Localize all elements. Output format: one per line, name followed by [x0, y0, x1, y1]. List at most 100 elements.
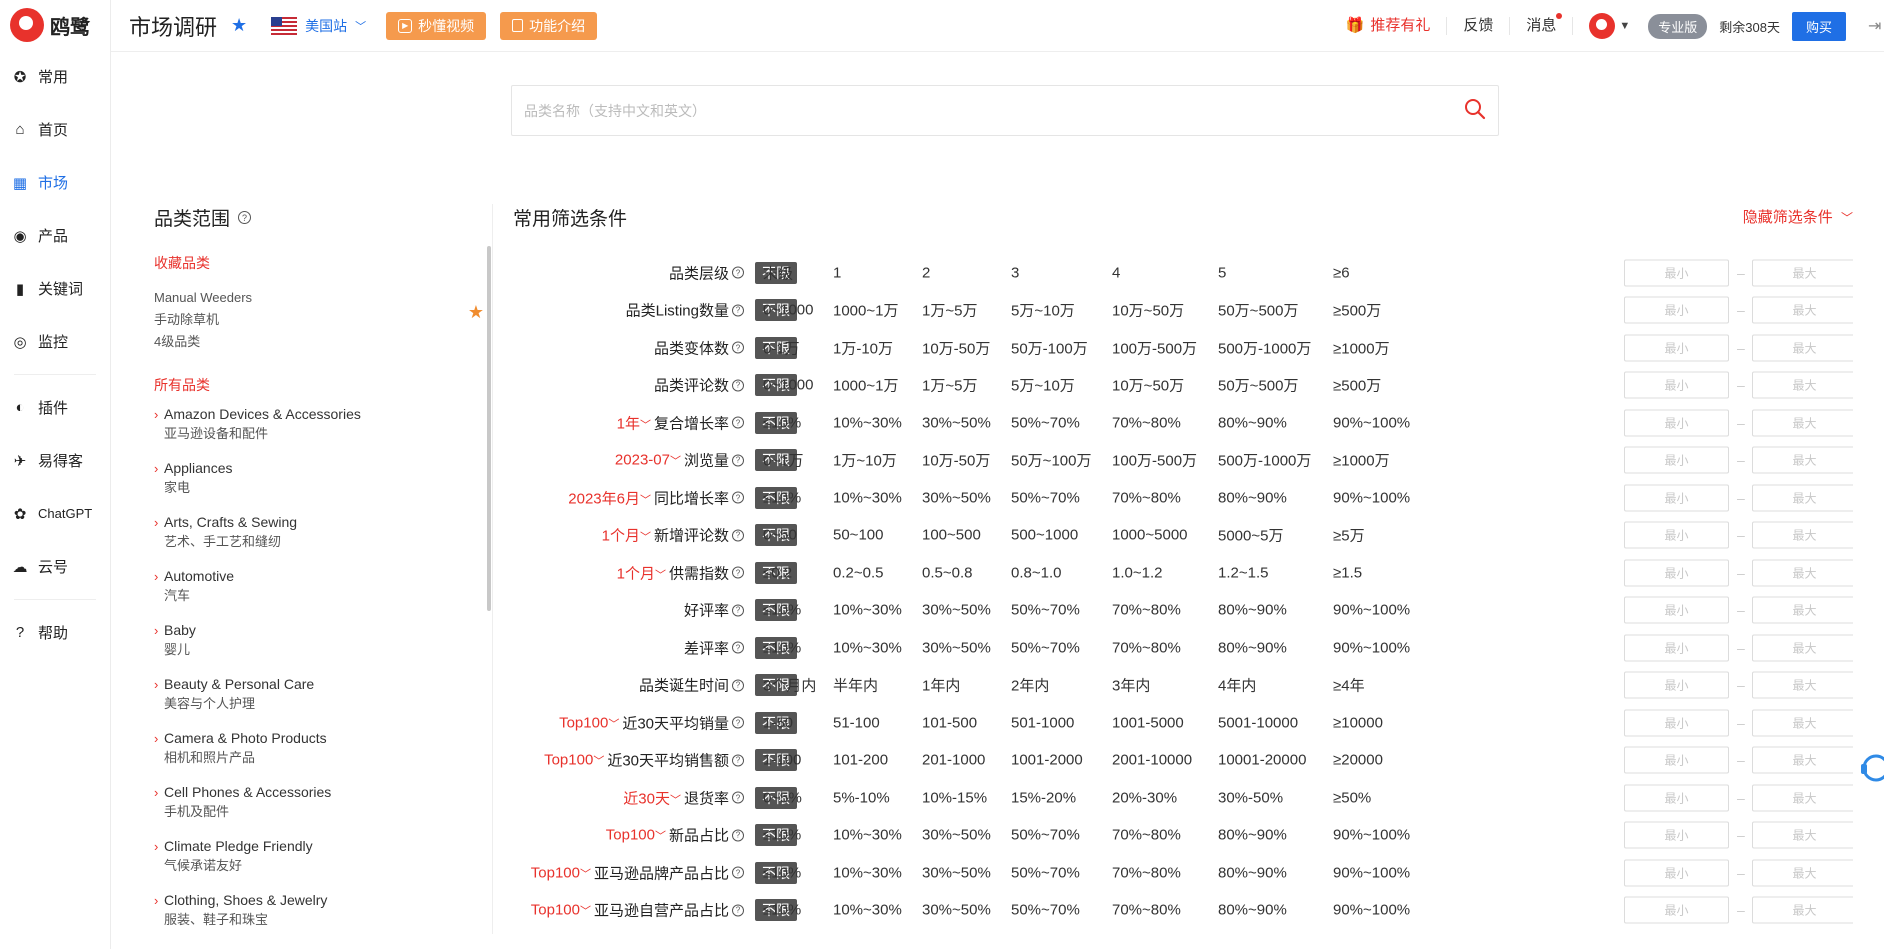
filter-option[interactable]: 5万~10万: [1011, 300, 1075, 321]
filter-option[interactable]: 0-1万: [763, 337, 800, 358]
filter-period-selector[interactable]: 1个月﹀: [602, 525, 651, 546]
feedback-link[interactable]: 反馈: [1447, 17, 1511, 35]
filter-option[interactable]: 90%~100%: [1333, 489, 1410, 506]
help-icon[interactable]: ?: [732, 791, 744, 804]
category-item[interactable]: › Climate Pledge Friendly 气候承诺友好: [154, 837, 494, 875]
help-icon[interactable]: ?: [732, 641, 744, 654]
category-item[interactable]: › Beauty & Personal Care 美容与个人护理: [154, 675, 494, 713]
filter-period-selector[interactable]: 近30天﹀: [623, 787, 681, 808]
filter-option[interactable]: ≥1000万: [1333, 450, 1390, 471]
filter-option[interactable]: 50%~70%: [1011, 414, 1080, 431]
max-input[interactable]: 最大: [1752, 409, 1853, 437]
sidebar-item[interactable]: ⌂ 首页: [0, 103, 110, 156]
sidebar-item[interactable]: ◉ 产品: [0, 209, 110, 262]
filter-option[interactable]: ≥500万: [1333, 300, 1381, 321]
filter-period-selector[interactable]: 2023年6月﹀: [568, 487, 651, 508]
sidebar-item[interactable]: ▮ 关键词: [0, 262, 110, 315]
category-item[interactable]: › Cell Phones & Accessories 手机及配件: [154, 783, 494, 821]
filter-option[interactable]: 90%~100%: [1333, 902, 1410, 919]
filter-option[interactable]: 30%~50%: [922, 414, 991, 431]
help-icon[interactable]: ?: [732, 416, 744, 429]
filter-option[interactable]: ≤0.2: [763, 564, 792, 581]
filter-option[interactable]: 3年内: [1112, 675, 1150, 696]
filter-option[interactable]: 50万~500万: [1218, 375, 1298, 396]
filter-option[interactable]: 50%~70%: [1011, 602, 1080, 619]
filter-option[interactable]: ≤10%: [763, 489, 801, 506]
max-input[interactable]: 最大: [1752, 746, 1853, 774]
help-icon[interactable]: ?: [732, 754, 744, 767]
filter-period-selector[interactable]: 1年﹀: [617, 412, 651, 433]
filter-period-selector[interactable]: Top100﹀: [531, 902, 591, 919]
filter-option[interactable]: ≥500万: [1333, 375, 1381, 396]
filter-period-selector[interactable]: 2023-07﹀: [615, 452, 681, 469]
filter-option[interactable]: 0~50: [763, 527, 797, 544]
help-icon[interactable]: ?: [732, 529, 744, 542]
filter-option[interactable]: 50~100: [833, 527, 883, 544]
filter-option[interactable]: 90%~100%: [1333, 827, 1410, 844]
filter-option[interactable]: 500万-1000万: [1218, 337, 1311, 358]
max-input[interactable]: 最大: [1752, 371, 1853, 399]
max-input[interactable]: 最大: [1752, 484, 1853, 512]
sidebar-item[interactable]: ◎ 监控: [0, 315, 110, 368]
filter-option[interactable]: 1年内: [922, 675, 960, 696]
category-item[interactable]: › Automotive 汽车: [154, 567, 494, 605]
help-icon[interactable]: ?: [732, 604, 744, 617]
filter-option[interactable]: 90%~100%: [1333, 602, 1410, 619]
filter-option[interactable]: 5: [1218, 264, 1226, 281]
filter-option[interactable]: 5000~5万: [1218, 525, 1283, 546]
filter-option[interactable]: 501-1000: [1011, 714, 1074, 731]
filter-option[interactable]: 10万-50万: [922, 337, 990, 358]
filter-option[interactable]: 500万-1000万: [1218, 450, 1311, 471]
search-input[interactable]: [524, 102, 1464, 119]
filter-option[interactable]: 5万~10万: [1011, 375, 1075, 396]
filter-option[interactable]: 50万~100万: [1011, 450, 1091, 471]
filter-option[interactable]: 10001-20000: [1218, 752, 1306, 769]
min-input[interactable]: 最小: [1624, 746, 1729, 774]
filter-option[interactable]: 101-500: [922, 714, 977, 731]
filter-option[interactable]: 1万~5万: [922, 375, 977, 396]
filter-option[interactable]: 2: [922, 264, 930, 281]
filter-option[interactable]: 10%~30%: [833, 602, 902, 619]
min-input[interactable]: 最小: [1624, 259, 1729, 287]
filter-option[interactable]: ≥6: [1333, 264, 1350, 281]
filter-option[interactable]: 80%~90%: [1218, 864, 1287, 881]
filter-option[interactable]: 80%~90%: [1218, 827, 1287, 844]
filter-option[interactable]: 30%~50%: [922, 489, 991, 506]
max-input[interactable]: 最大: [1752, 559, 1853, 587]
filter-option[interactable]: 1万~10万: [833, 450, 897, 471]
help-icon[interactable]: ?: [732, 829, 744, 842]
filter-option[interactable]: ≥50%: [1333, 789, 1371, 806]
min-input[interactable]: 最小: [1624, 484, 1729, 512]
filter-option[interactable]: 80%~90%: [1218, 489, 1287, 506]
site-selector[interactable]: 美国站 ﹀: [271, 16, 366, 36]
filter-option[interactable]: 1000~1万: [833, 375, 898, 396]
category-item[interactable]: › Clothing, Shoes & Jewelry 服装、鞋子和珠宝: [154, 891, 494, 929]
min-input[interactable]: 最小: [1624, 671, 1729, 699]
logo[interactable]: 鸥鹭: [0, 0, 110, 50]
filter-option[interactable]: 2年内: [1011, 675, 1049, 696]
filter-option[interactable]: 70%~80%: [1112, 639, 1181, 656]
max-input[interactable]: 最大: [1752, 671, 1853, 699]
category-item[interactable]: › Appliances 家电: [154, 459, 494, 497]
filter-option[interactable]: 5%-10%: [833, 789, 890, 806]
min-input[interactable]: 最小: [1624, 446, 1729, 474]
filter-option[interactable]: 70%~80%: [1112, 827, 1181, 844]
filter-option[interactable]: 末级: [763, 262, 793, 283]
hide-filters-link[interactable]: 隐藏筛选条件 ﹀: [1743, 206, 1853, 227]
logout-icon[interactable]: ⇥: [1868, 16, 1884, 36]
category-scrollbar[interactable]: [487, 246, 491, 611]
category-item[interactable]: › Arts, Crafts & Sewing 艺术、手工艺和缝纫: [154, 513, 494, 551]
filter-option[interactable]: 5001-10000: [1218, 714, 1298, 731]
sidebar-item[interactable]: ▦ 市场: [0, 156, 110, 209]
max-input[interactable]: 最大: [1752, 296, 1853, 324]
filter-option[interactable]: 3个月内: [763, 675, 816, 696]
favorite-category[interactable]: Manual Weeders 手动除草机 4级品类 ★: [154, 287, 494, 353]
filter-option[interactable]: 100~500: [922, 527, 981, 544]
max-input[interactable]: 最大: [1752, 334, 1853, 362]
sidebar-item[interactable]: ◐ 插件: [0, 381, 110, 434]
sidebar-item[interactable]: ✪ 常用: [0, 50, 110, 103]
help-icon[interactable]: ?: [732, 379, 744, 392]
filter-option[interactable]: 90%~100%: [1333, 864, 1410, 881]
filter-option[interactable]: 0~5%: [763, 789, 802, 806]
filter-option[interactable]: 100万-500万: [1112, 450, 1197, 471]
